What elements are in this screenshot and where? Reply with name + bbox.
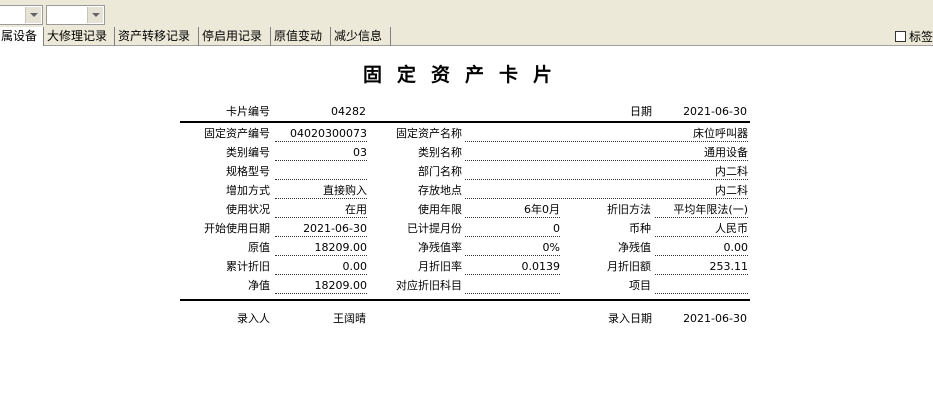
tab-attached-equipment[interactable]: 属设备 — [0, 27, 44, 46]
entry-date-label: 录入日期 — [608, 312, 652, 325]
tab-value-change[interactable]: 原值变动 — [271, 27, 331, 46]
model-value — [275, 164, 367, 180]
acc-dep-label: 累计折旧 — [226, 260, 270, 273]
start-date-label: 开始使用日期 — [204, 222, 270, 235]
date-label: 日期 — [630, 105, 652, 118]
dep-account-value — [465, 278, 560, 294]
filter-combo-1[interactable] — [0, 5, 43, 25]
start-date-value: 2021-06-30 — [275, 221, 367, 237]
currency-value: 人民币 — [655, 221, 748, 237]
add-method-value: 直接购入 — [275, 183, 367, 199]
filter-combo-2[interactable] — [46, 5, 105, 25]
asset-no-value: 04020300073 — [275, 126, 367, 142]
dep-method-value: 平均年限法(一) — [655, 202, 748, 218]
category-no-value: 03 — [275, 145, 367, 161]
chevron-down-icon[interactable] — [25, 7, 41, 23]
life-value: 6年0月 — [465, 202, 560, 218]
date-value: 2021-06-30 — [683, 105, 747, 118]
top-rule — [180, 121, 750, 123]
monthly-amount-label: 月折旧额 — [607, 260, 651, 273]
orig-value-label: 原值 — [248, 241, 270, 254]
residual-value: 0.00 — [655, 240, 748, 256]
project-label: 项目 — [629, 279, 651, 292]
tab-transfer-records[interactable]: 资产转移记录 — [115, 27, 199, 46]
asset-no-label: 固定资产编号 — [204, 127, 270, 140]
months-value: 0 — [465, 221, 560, 237]
residual-rate-label: 净残值率 — [418, 241, 462, 254]
location-value: 内二科 — [465, 183, 748, 199]
months-label: 已计提月份 — [407, 222, 462, 235]
card-no-label: 卡片编号 — [226, 105, 270, 118]
status-value: 在用 — [275, 202, 367, 218]
category-no-label: 类别编号 — [226, 146, 270, 159]
location-label: 存放地点 — [418, 184, 462, 197]
tag-toggle[interactable]: 标签 — [894, 28, 933, 44]
residual-label: 净残值 — [618, 241, 651, 254]
status-label: 使用状况 — [226, 203, 270, 216]
model-label: 规格型号 — [226, 165, 270, 178]
orig-value-value: 18209.00 — [275, 240, 367, 256]
life-label: 使用年限 — [418, 203, 462, 216]
category-name-value: 通用设备 — [465, 145, 748, 161]
bottom-rule — [180, 299, 750, 301]
card-no-value: 04282 — [331, 105, 366, 118]
chevron-down-icon[interactable] — [87, 7, 103, 23]
entered-by-value: 王阔晴 — [333, 312, 366, 325]
add-method-label: 增加方式 — [226, 184, 270, 197]
dep-account-label: 对应折旧科目 — [396, 279, 462, 292]
project-value — [655, 278, 748, 294]
entered-by-label: 录入人 — [237, 312, 270, 325]
toolbar — [0, 0, 933, 27]
acc-dep-value: 0.00 — [275, 259, 367, 275]
entry-date-value: 2021-06-30 — [683, 312, 747, 325]
dept-label: 部门名称 — [418, 165, 462, 178]
monthly-amount-value: 253.11 — [655, 259, 748, 275]
net-value-value: 18209.00 — [275, 278, 367, 294]
monthly-rate-value: 0.0139 — [465, 259, 560, 275]
monthly-rate-label: 月折旧率 — [418, 260, 462, 273]
residual-rate-value: 0% — [465, 240, 560, 256]
tag-checkbox[interactable] — [894, 30, 906, 42]
dep-method-label: 折旧方法 — [607, 203, 651, 216]
card-title: 固定资产卡片 — [362, 64, 567, 86]
tab-overhaul-records[interactable]: 大修理记录 — [44, 27, 115, 46]
tab-reduction-info[interactable]: 减少信息 — [331, 27, 391, 46]
asset-name-label: 固定资产名称 — [396, 127, 462, 140]
tab-suspend-records[interactable]: 停启用记录 — [199, 27, 271, 46]
currency-label: 币种 — [629, 222, 651, 235]
category-name-label: 类别名称 — [418, 146, 462, 159]
dept-value: 内二科 — [465, 164, 748, 180]
net-value-label: 净值 — [248, 279, 270, 292]
tag-toggle-label: 标签 — [908, 29, 933, 44]
asset-name-value: 床位呼叫器 — [465, 126, 748, 142]
tab-strip: 属设备 大修理记录 资产转移记录 停启用记录 原值变动 减少信息 标签 — [0, 27, 933, 46]
